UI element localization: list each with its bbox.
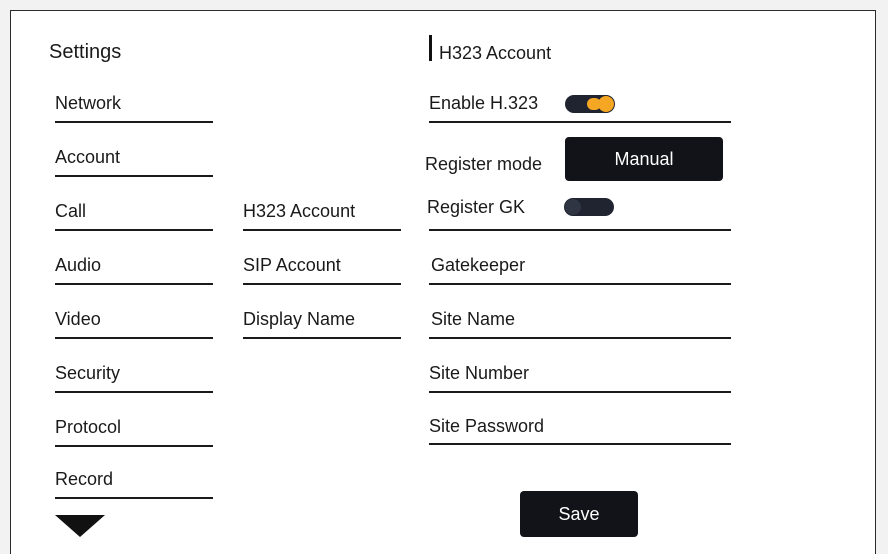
site-number-field[interactable]: Site Number	[429, 363, 529, 384]
divider	[429, 229, 731, 231]
gatekeeper-field[interactable]: Gatekeeper	[431, 255, 525, 276]
divider	[243, 229, 401, 231]
sidebar-item-account[interactable]: Account	[55, 147, 120, 168]
sidebar-item-protocol[interactable]: Protocol	[55, 417, 121, 438]
divider	[243, 337, 401, 339]
divider	[243, 283, 401, 285]
sidebar-item-network[interactable]: Network	[55, 93, 121, 114]
title-marker	[429, 35, 432, 61]
form-title: H323 Account	[439, 43, 552, 63]
enable-h323-toggle[interactable]	[565, 95, 615, 113]
sidebar-item-call[interactable]: Call	[55, 201, 86, 222]
divider	[429, 121, 731, 123]
submenu-item-sip-account[interactable]: SIP Account	[243, 255, 341, 276]
divider	[55, 121, 213, 123]
divider	[55, 283, 213, 285]
register-gk-label: Register GK	[427, 197, 526, 217]
divider	[429, 283, 731, 285]
divider	[429, 443, 731, 445]
save-button[interactable]: Save	[520, 491, 638, 537]
divider	[55, 337, 213, 339]
divider	[55, 175, 213, 177]
register-mode-select[interactable]: Manual	[565, 137, 723, 181]
divider	[429, 391, 731, 393]
register-mode-label: Register mode	[425, 154, 543, 174]
divider	[429, 337, 731, 339]
submenu-item-h323-account[interactable]: H323 Account	[243, 201, 355, 222]
triangle-down-icon[interactable]	[55, 515, 105, 537]
toggle-knob	[565, 199, 581, 215]
sidebar-item-record[interactable]: Record	[55, 469, 113, 490]
divider	[55, 497, 213, 499]
site-password-field[interactable]: Site Password	[429, 416, 544, 437]
divider	[55, 229, 213, 231]
settings-panel: Settings Network Account Call Audio Vide…	[10, 10, 876, 554]
sidebar-item-audio[interactable]: Audio	[55, 255, 101, 276]
sidebar-item-security[interactable]: Security	[55, 363, 120, 384]
divider	[55, 391, 213, 393]
enable-h323-label: Enable H.323	[429, 93, 539, 113]
register-gk-toggle[interactable]	[564, 198, 614, 216]
settings-title: Settings	[49, 41, 122, 63]
divider	[55, 445, 213, 447]
submenu-item-display-name[interactable]: Display Name	[243, 309, 355, 330]
toggle-track-fill	[587, 98, 601, 110]
sidebar-item-video[interactable]: Video	[55, 309, 101, 330]
site-name-field[interactable]: Site Name	[431, 309, 515, 330]
